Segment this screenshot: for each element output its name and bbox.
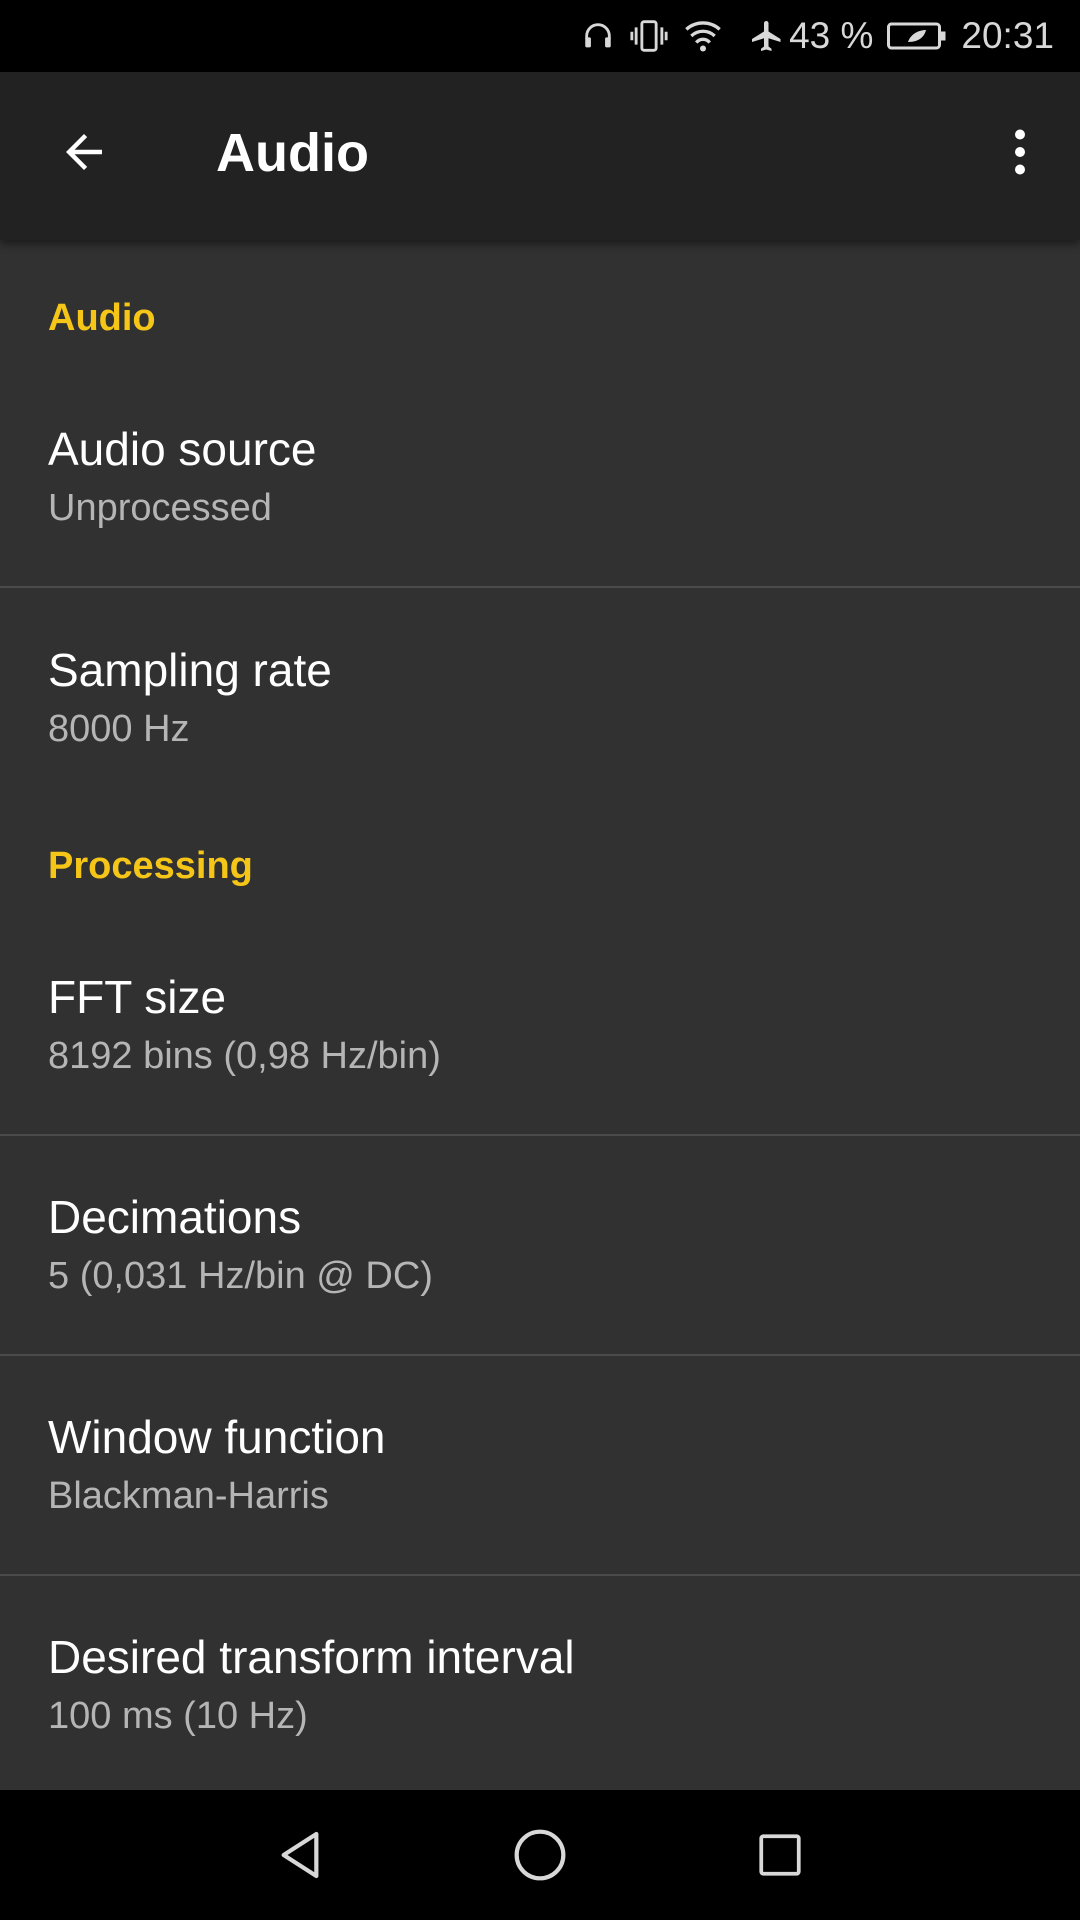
status-bar: 43 % 20:31 [0, 0, 1080, 72]
pref-decimations[interactable]: Decimations 5 (0,031 Hz/bin @ DC) [0, 1136, 1080, 1356]
headphones-icon [581, 19, 615, 53]
pref-title: Window function [48, 1411, 386, 1463]
navigation-bar [0, 1790, 1080, 1920]
page-title: Audio [216, 123, 369, 183]
section-header-processing: Processing [48, 845, 253, 887]
nav-home-button[interactable] [480, 1795, 600, 1915]
pref-title: Desired transform interval [48, 1631, 575, 1683]
battery-percent: 43 % [789, 15, 874, 56]
pref-summary: 8192 bins (0,98 Hz/bin) [48, 1035, 441, 1077]
airplane-icon [749, 18, 785, 54]
settings-list: Audio Audio source Unprocessed Sampling … [0, 240, 1080, 1790]
back-button[interactable] [44, 112, 124, 192]
home-circle-icon [514, 1829, 566, 1881]
recents-square-icon [759, 1834, 801, 1876]
pref-title: FFT size [48, 971, 227, 1023]
pref-fft-size[interactable]: FFT size 8192 bins (0,98 Hz/bin) [0, 916, 1080, 1136]
pref-desired-transform-interval[interactable]: Desired transform interval 100 ms (10 Hz… [0, 1576, 1080, 1790]
pref-audio-source[interactable]: Audio source Unprocessed [0, 368, 1080, 588]
pref-summary: 5 (0,031 Hz/bin @ DC) [48, 1255, 433, 1297]
pref-title: Sampling rate [48, 644, 332, 696]
pref-title: Audio source [48, 423, 317, 475]
section-header-audio: Audio [48, 297, 156, 339]
pref-summary: Blackman-Harris [48, 1475, 329, 1517]
battery-icon [887, 21, 947, 51]
back-triangle-icon [281, 1831, 319, 1879]
vibrate-icon [629, 18, 669, 54]
nav-back-button[interactable] [240, 1795, 360, 1915]
arrow-left-icon [66, 134, 102, 170]
pref-title: Decimations [48, 1191, 302, 1243]
nav-recents-button[interactable] [720, 1795, 840, 1915]
pref-sampling-rate[interactable]: Sampling rate 8000 Hz [0, 588, 1080, 808]
pref-summary: 8000 Hz [48, 708, 190, 750]
pref-summary: 100 ms (10 Hz) [48, 1695, 308, 1737]
more-options-button[interactable] [980, 112, 1060, 192]
more-vert-icon [1015, 129, 1025, 175]
clock: 20:31 [961, 15, 1054, 56]
wifi-icon [683, 19, 723, 53]
pref-window-function[interactable]: Window function Blackman-Harris [0, 1356, 1080, 1576]
pref-summary: Unprocessed [48, 487, 272, 529]
app-bar: Audio [0, 72, 1080, 240]
